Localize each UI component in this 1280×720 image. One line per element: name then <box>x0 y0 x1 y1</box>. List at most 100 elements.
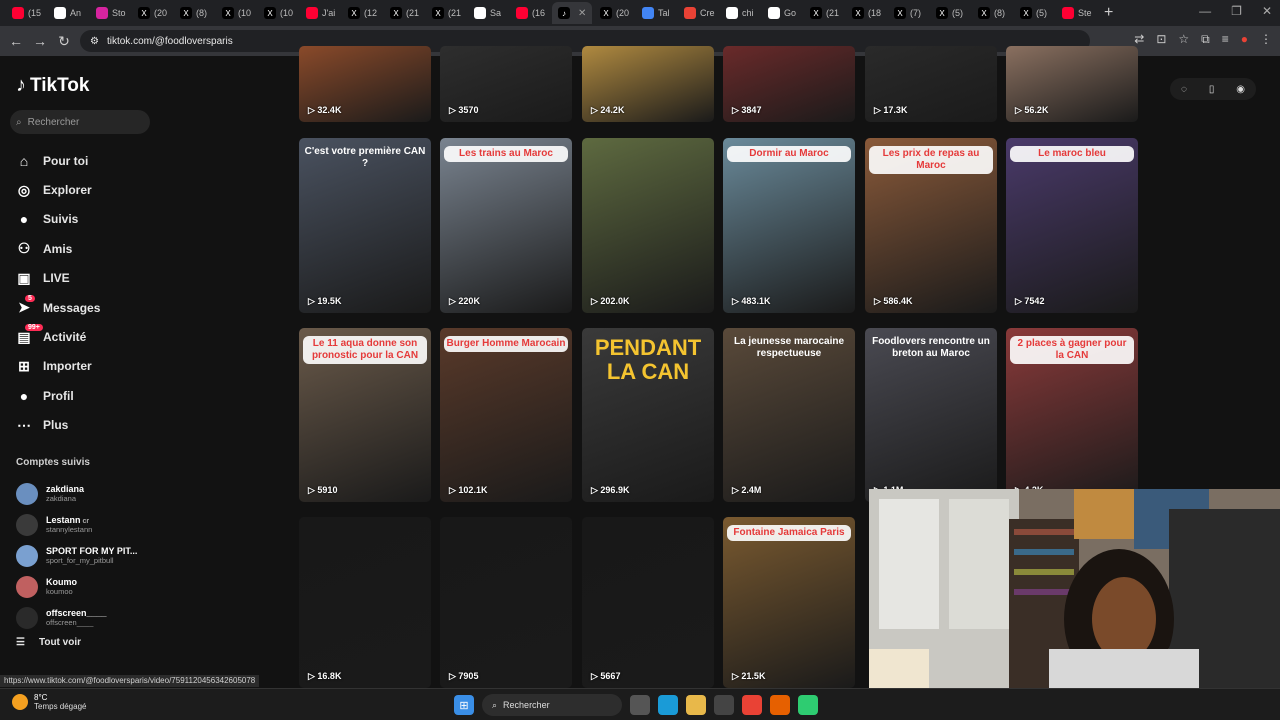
avatar <box>16 606 38 629</box>
followed-account[interactable]: Koumo koumoo <box>16 571 137 602</box>
browser-tab[interactable]: X (10 <box>216 2 256 24</box>
weather-widget[interactable]: 8°C Temps dégagé <box>12 693 86 711</box>
browser-tab[interactable]: Sto <box>90 2 130 24</box>
task-view-icon[interactable] <box>630 695 650 715</box>
browser-tab[interactable]: X (7) <box>888 2 928 24</box>
video-thumbnail[interactable]: C'est votre première CAN ? ▷ 19.5K <box>299 138 431 313</box>
video-thumbnail[interactable]: Le maroc bleu ▷ 7542 <box>1006 138 1138 313</box>
search-input[interactable]: ⌕ Rechercher <box>10 110 150 134</box>
windows-icon[interactable]: ⊞ <box>454 695 474 715</box>
browser-tab[interactable]: (15 <box>6 2 46 24</box>
reload-icon[interactable]: ↻ <box>52 33 76 50</box>
star-icon[interactable]: ☆ <box>1178 32 1189 47</box>
tab-label: (8) <box>196 8 207 18</box>
video-thumbnail[interactable]: La jeunesse marocaine respectueuse ▷ 2.4M <box>723 328 855 502</box>
close-window-icon[interactable]: ✕ <box>1262 4 1272 18</box>
browser-tab[interactable]: X (8) <box>972 2 1012 24</box>
browser-tab[interactable]: Ste <box>1056 2 1096 24</box>
video-thumbnail[interactable]: PENDANT LA CAN ▷ 296.9K <box>582 328 714 502</box>
video-thumbnail[interactable]: ▷ 56.2K <box>1006 46 1138 122</box>
app-icon[interactable] <box>798 695 818 715</box>
sidebar-item-amis[interactable]: ⚇ Amis <box>16 234 100 263</box>
video-thumbnail[interactable]: 2 places à gagner pour la CAN▷ 4.2K <box>1006 328 1138 502</box>
browser-tab[interactable]: X (20 <box>132 2 172 24</box>
sidebar-item-activit[interactable]: ▤ 99+ Activité <box>16 322 100 351</box>
browser-tab[interactable]: Tal <box>636 2 676 24</box>
translate-icon[interactable]: ⇄ <box>1134 32 1144 47</box>
sidebar-item-importer[interactable]: ⊞ Importer <box>16 352 100 381</box>
install-icon[interactable]: ⊡ <box>1156 32 1166 47</box>
close-tab-icon[interactable]: ✕ <box>578 8 586 19</box>
view-count: ▷ 7542 <box>1015 296 1045 306</box>
browser-tab[interactable]: X (20 <box>594 2 634 24</box>
video-thumbnail[interactable]: ▷ 32.4K <box>299 46 431 122</box>
browser-tab[interactable]: ♪ ✕ <box>552 2 592 24</box>
video-thumbnail[interactable]: Foodlovers rencontre un breton au Maroc▷… <box>865 328 997 502</box>
browser-tab[interactable]: An <box>48 2 88 24</box>
view-count: ▷ 586.4K <box>874 296 913 306</box>
browser-tab[interactable]: chi <box>720 2 760 24</box>
video-thumbnail[interactable]: Le 11 aqua donne son pronostic pour la C… <box>299 328 431 502</box>
video-thumbnail[interactable]: ▷ 5667 <box>582 517 714 688</box>
folder-icon[interactable] <box>686 695 706 715</box>
browser-tab[interactable]: X (5) <box>930 2 970 24</box>
browser-tab[interactable]: X (21 <box>426 2 466 24</box>
store-icon[interactable] <box>714 695 734 715</box>
minimize-icon[interactable]: — <box>1199 4 1211 18</box>
video-thumbnail[interactable]: Burger Homme Marocain ▷ 102.1K <box>440 328 572 502</box>
video-thumbnail[interactable]: ▷ 24.2K <box>582 46 714 122</box>
firefox-icon[interactable] <box>770 695 790 715</box>
video-thumbnail[interactable]: ▷ 202.0K <box>582 138 714 313</box>
site-info-icon[interactable]: ⚙ <box>90 36 99 47</box>
browser-tab[interactable]: X (8) <box>174 2 214 24</box>
taskbar-search[interactable]: ⌕ Rechercher <box>482 694 622 716</box>
media-icon[interactable]: ≡ <box>1222 32 1229 47</box>
video-thumbnail[interactable]: ▷ 3847 <box>723 46 855 122</box>
sidebar-item-live[interactable]: ▣ LIVE <box>16 264 100 293</box>
browser-tab[interactable]: X (12 <box>342 2 382 24</box>
forward-icon[interactable]: → <box>28 33 52 49</box>
followed-account[interactable]: Lestann cr stannylestann <box>16 509 137 540</box>
video-thumbnail[interactable]: Les prix de repas au Maroc ▷ 586.4K <box>865 138 997 313</box>
sidebar-item-explorer[interactable]: ◎ Explorer <box>16 175 100 204</box>
browser-tab[interactable]: X (10 <box>258 2 298 24</box>
video-thumbnail[interactable]: Dormir au Maroc ▷ 483.1K <box>723 138 855 313</box>
avatar-icon[interactable]: ◉ <box>1236 84 1245 95</box>
sidebar-item-suivis[interactable]: ● Suivis <box>16 205 100 234</box>
sidebar-item-messages[interactable]: ➤ 5 Messages <box>16 293 100 322</box>
video-thumbnail[interactable]: ▷ 7905 <box>440 517 572 688</box>
video-thumbnail[interactable]: ▷ 17.3K <box>865 46 997 122</box>
browser-tab[interactable]: Go <box>762 2 802 24</box>
sidebar-item-plus[interactable]: ⋯ Plus <box>16 411 100 440</box>
browser-tab[interactable]: X (18 <box>846 2 886 24</box>
browser-tab[interactable]: J'ai <box>300 2 340 24</box>
sidebar-item-profil[interactable]: ● Profil <box>16 381 100 410</box>
video-thumbnail[interactable]: Les trains au Maroc ▷ 220K <box>440 138 572 313</box>
browser-tab[interactable]: X (21 <box>804 2 844 24</box>
video-thumbnail[interactable]: ▷ 16.8K <box>299 517 431 688</box>
browser-tab[interactable]: X (21 <box>384 2 424 24</box>
phone-icon[interactable]: ▯ <box>1209 84 1215 95</box>
restore-icon[interactable]: ❐ <box>1231 4 1242 18</box>
browser-tab[interactable]: Cre <box>678 2 718 24</box>
see-all-link[interactable]: ☰ Tout voir <box>16 637 81 648</box>
followed-account[interactable]: zakdiana zakdiana <box>16 478 137 509</box>
menu-icon[interactable]: ⋮ <box>1260 32 1272 47</box>
browser-tab[interactable]: X (5) <box>1014 2 1054 24</box>
video-thumbnail[interactable]: Fontaine Jamaica Paris ▷ 21.5K <box>723 517 855 688</box>
browser-tab[interactable]: (16 <box>510 2 550 24</box>
extensions-icon[interactable]: ⧉ <box>1201 32 1210 47</box>
browser-tab[interactable]: Sa <box>468 2 508 24</box>
profile-icon[interactable]: ● <box>1241 32 1248 47</box>
sidebar-item-pourtoi[interactable]: ⌂ Pour toi <box>16 146 100 175</box>
gauge-icon[interactable]: ◌ <box>1181 84 1187 95</box>
video-thumbnail[interactable]: ▷ 3570 <box>440 46 572 122</box>
followed-account[interactable]: offscreen____ offscreen____ <box>16 602 137 633</box>
taskbar-apps: ⊞ ⌕ Rechercher <box>454 694 818 716</box>
chrome-icon[interactable] <box>742 695 762 715</box>
tiktok-logo[interactable]: ♪ TikTok <box>16 74 89 97</box>
back-icon[interactable]: ← <box>4 33 28 49</box>
new-tab-icon[interactable]: + <box>1104 4 1113 22</box>
edge-icon[interactable] <box>658 695 678 715</box>
followed-account[interactable]: SPORT FOR MY PIT... sport_for_my_pitbull <box>16 540 137 571</box>
